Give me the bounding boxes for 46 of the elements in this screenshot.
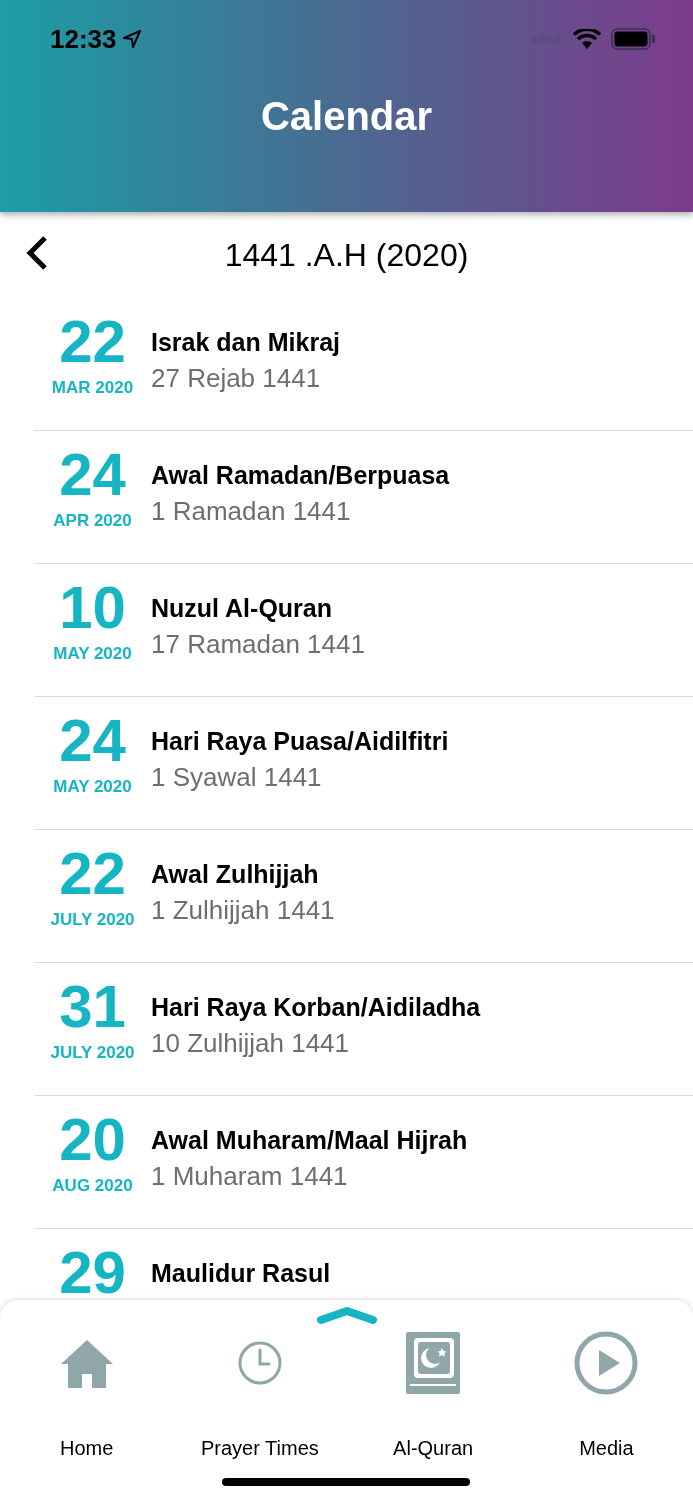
wifi-icon xyxy=(573,29,601,49)
hijri-date: 10 Zulhijjah 1441 xyxy=(151,1028,351,1059)
event-month: JULY 2020 xyxy=(50,910,135,930)
event-day: 22 xyxy=(59,844,126,904)
hijri-date: 1 Muharam 1441 xyxy=(151,1161,349,1192)
event-title: Awal Ramadan/Berpuasa xyxy=(151,461,450,490)
event-day: 24 xyxy=(59,445,126,505)
status-time: 12:33 xyxy=(50,23,117,55)
event-title: Maulidur Rasul xyxy=(151,1259,331,1288)
event-day: 22 xyxy=(59,312,126,372)
event-row[interactable]: 24 MAY 2020 Hari Raya Puasa/Aidilfitri 1 Syawal 1441 xyxy=(34,697,693,830)
page-title: Calendar xyxy=(259,94,434,139)
event-day: 24 xyxy=(59,711,126,771)
event-title: Nuzul Al-Quran xyxy=(151,594,333,623)
tab-item[interactable]: Al-Quran xyxy=(346,1328,520,1460)
event-month: APR 2020 xyxy=(53,511,132,531)
event-day: 10 xyxy=(59,578,126,638)
hijri-date: 1 Syawal 1441 xyxy=(151,762,323,793)
clock-icon xyxy=(237,1341,282,1385)
hijri-date: 1 Ramadan 1441 xyxy=(151,496,352,527)
event-month: MAY 2020 xyxy=(53,644,132,664)
event-row[interactable]: 31 JULY 2020 Hari Raya Korban/Aidiladha 10 Zulhijjah 1441 xyxy=(34,963,693,1096)
event-month: MAR 2020 xyxy=(51,378,134,398)
hijri-date: 17 Ramadan 1441 xyxy=(151,629,365,660)
book-icon xyxy=(406,1332,461,1394)
tab-item[interactable]: Prayer Times xyxy=(173,1328,347,1460)
event-title: Hari Raya Puasa/Aidilfitri xyxy=(151,727,449,756)
play-icon xyxy=(574,1331,639,1395)
event-month: MAY 2020 xyxy=(53,777,132,797)
event-title: Awal Zulhijjah xyxy=(151,860,320,889)
tab-item[interactable]: Home xyxy=(0,1328,174,1460)
hijri-date: 1 Zulhijjah 1441 xyxy=(151,895,335,926)
battery-icon xyxy=(611,28,655,50)
event-title: Hari Raya Korban/Aidiladha xyxy=(151,993,481,1022)
event-day: 20 xyxy=(59,1110,126,1170)
event-title: Israk dan Mikraj xyxy=(151,328,340,357)
location-arrow-icon xyxy=(122,30,141,48)
hijri-date: 27 Rejab 1441 xyxy=(151,363,322,394)
event-title: Awal Muharam/Maal Hijrah xyxy=(151,1126,468,1155)
tab-item[interactable]: Media xyxy=(519,1328,693,1460)
event-day: 31 xyxy=(59,977,126,1037)
event-day: 29 xyxy=(59,1243,126,1300)
back-icon xyxy=(25,234,49,271)
event-month: JULY 2020 xyxy=(50,1043,135,1063)
event-month: AUG 2020 xyxy=(52,1176,133,1196)
year-title: 1441 .A.H (2020) xyxy=(224,236,469,274)
